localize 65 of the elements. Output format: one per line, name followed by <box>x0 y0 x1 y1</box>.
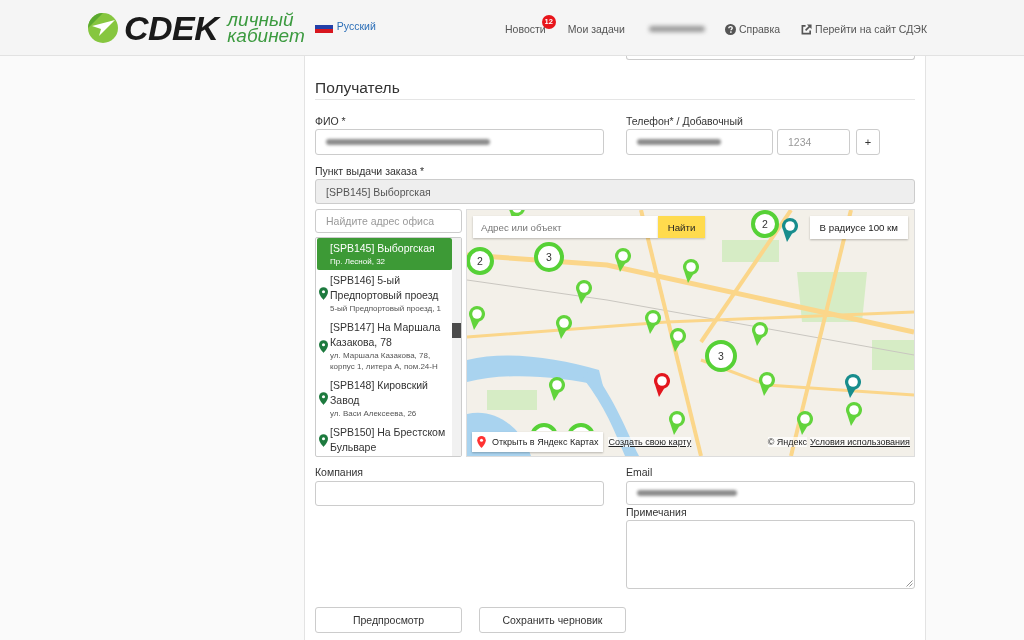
office-item[interactable]: [SPB145] Выборгская Пр. Лесной, 32 <box>317 238 452 270</box>
nav-link[interactable]: Мои задачи <box>567 22 625 36</box>
textarea-field[interactable] <box>626 56 915 60</box>
map[interactable]: 2 2 3 3 Адрес или объект Найти В радиусе 100 км Открыть в Яндекс Картах Создать свою карту © Яндекс Условия использования <box>466 209 915 457</box>
notes-field[interactable] <box>626 520 915 589</box>
field-label: Пункт выдачи заказа * <box>315 164 425 178</box>
field-label: Примечания <box>626 505 688 519</box>
map-pin-icon[interactable] <box>780 216 800 243</box>
radius-button[interactable]: В радиусе 100 км <box>809 216 908 239</box>
office-item[interactable]: [SPB146] 5-ый Предпортовый проезд 5-ый Предпортовый проезд, 1 <box>317 270 452 317</box>
office-item[interactable]: [SPB148] Кировский Завод ул. Васи Алексеева, 26 <box>317 375 452 422</box>
field-label: Телефон* / Добавочный <box>626 114 744 128</box>
map-pin-icon[interactable] <box>652 371 672 398</box>
logo-wordmark: CDEK <box>124 10 219 45</box>
office-address: 5-ый Предпортовый проезд, 1 <box>330 303 443 314</box>
help-icon <box>724 23 736 35</box>
map-search-field[interactable]: Адрес или объект <box>473 216 658 238</box>
office-address: ул. Васи Алексеева, 26 <box>330 408 418 419</box>
park-area <box>487 390 537 410</box>
location-pin-icon <box>319 392 328 405</box>
blurred-username[interactable] <box>648 26 705 32</box>
office-name: [SPB148] Кировский Завод <box>330 378 429 408</box>
office-name: [SPB145] Выборгская <box>330 241 436 256</box>
logo-tagline: личный кабинет <box>227 11 305 44</box>
resize-handle-icon <box>906 580 913 587</box>
action-button[interactable]: Предпросмотр <box>315 607 462 633</box>
map-pin-icon[interactable] <box>507 210 527 216</box>
office-item[interactable]: [SPB150] На Брестском Бульваре <box>317 422 452 456</box>
pickup-point-field[interactable]: [SPB145] Выборгская <box>315 179 915 204</box>
logo-icon <box>88 12 118 43</box>
terms-link[interactable]: Условия использования <box>810 437 910 447</box>
create-map-link[interactable]: Создать свою карту <box>608 437 692 447</box>
add-phone-button[interactable]: + <box>856 129 880 155</box>
location-pin-icon <box>319 433 328 447</box>
office-name: [SPB146] 5-ый Предпортовый проезд <box>330 273 440 303</box>
office-name: [SPB150] На Брестском Бульваре <box>330 425 447 455</box>
header-link[interactable]: Справка <box>724 22 781 36</box>
external-link-icon <box>801 23 813 35</box>
language-link[interactable]: Русский <box>314 20 376 33</box>
map-pin-icon[interactable] <box>843 372 863 399</box>
scrollbar[interactable] <box>452 238 461 456</box>
phone-field[interactable] <box>626 129 773 155</box>
copyright-text: © Яндекс <box>767 437 808 447</box>
location-pin-icon <box>319 339 328 353</box>
field-label: Компания <box>315 465 365 479</box>
park-area <box>722 240 779 262</box>
name-field[interactable] <box>315 129 604 155</box>
field-label: Email <box>626 465 654 479</box>
office-item[interactable]: [SPB147] На Маршала Казакова, 78 ул. Маршала Казакова, 78, корпус 1, литера А, пом.24-Н <box>317 317 452 375</box>
company-field[interactable] <box>315 481 604 506</box>
location-pin-icon <box>477 436 486 448</box>
office-address: ул. Маршала Казакова, 78, корпус 1, литера А, пом.24-Н <box>330 350 439 372</box>
extension-field[interactable]: 1234 <box>777 129 850 155</box>
section-heading: Получатель <box>315 78 915 100</box>
office-name: [SPB147] На Маршала Казакова, 78 <box>330 320 442 350</box>
header-link[interactable]: Перейти на сайт СДЭК <box>801 22 927 36</box>
find-button[interactable]: Найти <box>658 216 705 238</box>
park-area <box>872 340 914 370</box>
action-button[interactable]: Сохранить черновик <box>479 607 626 633</box>
email-field[interactable] <box>626 481 915 505</box>
field-label: ФИО * <box>315 114 347 128</box>
scrollbar-thumb[interactable] <box>452 323 461 338</box>
location-pin-icon <box>319 287 328 300</box>
office-search-field[interactable]: Найдите адрес офиса <box>315 209 462 233</box>
office-address: Пр. Лесной, 32 <box>330 256 387 267</box>
